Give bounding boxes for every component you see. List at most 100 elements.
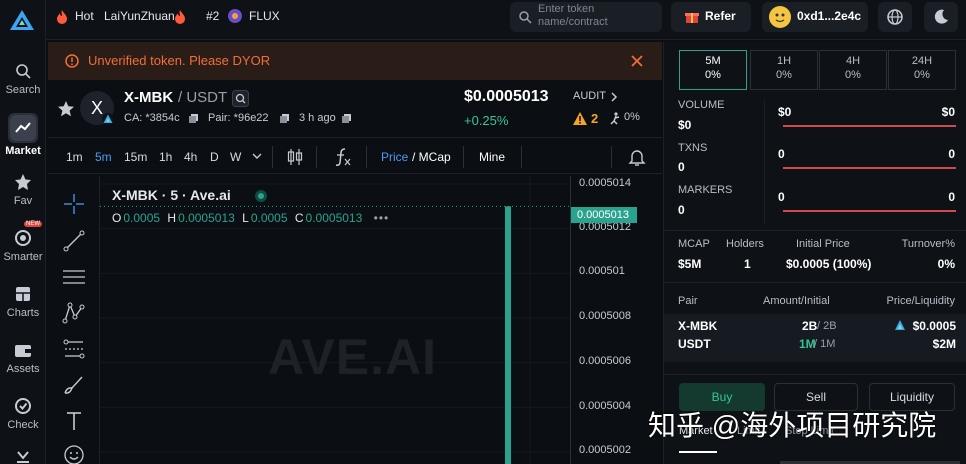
text-tool-icon[interactable]	[62, 409, 86, 433]
rank-label: #2	[206, 9, 220, 23]
period-4h[interactable]: 4H 0%	[819, 50, 887, 90]
price-toggle[interactable]: Price	[381, 150, 408, 164]
hot-token-link[interactable]: LaiYunZhuan	[104, 9, 175, 23]
brush-icon[interactable]	[62, 373, 86, 397]
warning-triangle-icon	[573, 112, 587, 125]
crosshair-icon[interactable]	[62, 192, 86, 216]
stats-panel: 5M 0% 1H 0% 4H 0% 24H 0% VOLUME $0 $0 $0…	[663, 42, 966, 464]
charts-icon	[16, 287, 30, 301]
pattern-icon[interactable]	[62, 301, 86, 325]
y-tick: 0.0005006	[579, 355, 631, 367]
timeframe-4h[interactable]: 4h	[184, 150, 197, 164]
search-token-icon[interactable]	[232, 90, 249, 107]
refer-button[interactable]: Refer	[671, 2, 751, 32]
volume-bar	[783, 125, 956, 127]
timeframe-1h[interactable]: 1h	[159, 150, 172, 164]
timeframe-5m[interactable]: 5m	[95, 150, 112, 164]
tax-value: 0%	[624, 111, 640, 123]
period-1h[interactable]: 1H 0%	[750, 50, 818, 90]
divider	[366, 146, 367, 168]
candle[interactable]	[505, 206, 511, 464]
volume-label: VOLUME	[678, 99, 725, 111]
refer-label: Refer	[705, 9, 736, 23]
copy-icon[interactable]	[342, 114, 351, 123]
more-dots-icon[interactable]: •••	[374, 211, 390, 225]
turnover-value: 0%	[937, 257, 955, 271]
price-chart[interactable]: X-MBK · 5 · Ave.ai O 0.0005 H 0.0005013 L0…	[100, 176, 570, 464]
trendline-icon[interactable]	[62, 229, 86, 253]
nav-check[interactable]: Check	[0, 395, 46, 431]
theme-toggle-button[interactable]	[924, 2, 958, 32]
language-button[interactable]	[878, 2, 912, 32]
tax-icon	[610, 112, 620, 125]
new-badge: NEW	[24, 221, 42, 227]
warning-icon	[65, 54, 79, 68]
liquidity-row: X-MBK USDT 2B / 2B 1M / 1M $0.0005 $2M	[664, 314, 966, 362]
copy-icon[interactable]	[280, 114, 289, 123]
wallet-address: 0xd1...2e4c	[797, 9, 862, 23]
search-icon	[16, 64, 31, 79]
mcap-toggle[interactable]: / MCap	[412, 150, 451, 164]
quote-initial: / 1M	[814, 338, 836, 350]
divider	[664, 230, 966, 231]
period-24h[interactable]: 24H 0%	[888, 50, 956, 90]
y-tick: 0.0005004	[579, 400, 631, 412]
nav-search[interactable]: Search	[0, 60, 46, 96]
nav-label: Check	[7, 419, 39, 431]
mine-toggle[interactable]: Mine	[479, 150, 505, 164]
divider	[521, 146, 522, 168]
nav-smarter[interactable]: NEW Smarter	[0, 221, 46, 263]
initial-price-value: $0.0005 (100%)	[786, 257, 872, 271]
horizontal-lines-icon[interactable]	[62, 265, 86, 289]
chevron-down-icon[interactable]	[252, 153, 262, 160]
holders-value: 1	[744, 257, 751, 271]
token-header: X X-MBK / USDT CA: *3854c Pair: *96e22 3…	[48, 82, 662, 138]
candles-icon[interactable]	[287, 148, 303, 166]
audit-link[interactable]: AUDIT	[573, 90, 606, 102]
wallet-button[interactable]: 0xd1...2e4c	[762, 2, 868, 32]
nav-market[interactable]: Market	[0, 113, 46, 157]
indicators-icon[interactable]	[334, 147, 352, 167]
bell-icon[interactable]	[628, 148, 646, 166]
base-amount: 2B	[802, 319, 818, 333]
period-5m[interactable]: 5M 0%	[679, 50, 747, 90]
download-icon[interactable]	[14, 450, 32, 464]
amount-header: Amount/Initial	[763, 295, 830, 307]
volume-value: $0	[678, 118, 692, 132]
nav-fav[interactable]: Fav	[0, 171, 46, 207]
token-age: 3 h ago	[299, 112, 336, 124]
ave-logo-icon[interactable]	[9, 8, 35, 32]
contract-address: CA: *3854c	[124, 112, 180, 124]
nav-assets[interactable]: Assets	[0, 339, 46, 375]
warning-banner: Unverified token. Please DYOR	[48, 42, 662, 80]
makers-sell: 0	[948, 190, 955, 204]
close-icon[interactable]	[631, 55, 643, 67]
y-tick: 0.000501	[579, 265, 625, 277]
txns-bar	[783, 167, 956, 169]
timeframe-w[interactable]: W	[230, 150, 241, 164]
nav-charts[interactable]: Charts	[0, 283, 46, 319]
status-dot-icon	[255, 190, 267, 202]
fire-icon	[175, 10, 185, 24]
ohlc-h-label: H	[167, 211, 177, 225]
makers-label: MARKERS	[678, 184, 733, 196]
fib-icon[interactable]	[62, 337, 86, 361]
ohlc-o-value: 0.0005	[123, 211, 161, 225]
favorite-star-icon[interactable]	[57, 100, 75, 118]
emoji-icon[interactable]	[62, 443, 86, 464]
app-root: Search Market Fav NEW Smarter Charts Ass…	[0, 0, 966, 464]
initial-price-label: Initial Price	[796, 238, 850, 250]
drawing-toolbar	[48, 176, 100, 464]
copy-icon[interactable]	[189, 114, 198, 123]
timeframe-d[interactable]: D	[210, 150, 219, 164]
search-box[interactable]: Enter token name/contract	[510, 2, 662, 32]
holders-label: Holders	[726, 238, 764, 250]
timeframe-1m[interactable]: 1m	[66, 150, 83, 164]
wallet-icon	[15, 345, 31, 357]
timeframe-15m[interactable]: 15m	[124, 150, 147, 164]
mcap-value: $5M	[678, 257, 702, 271]
period-value: 0%	[845, 69, 861, 81]
left-nav: Search Market Fav NEW Smarter Charts Ass…	[0, 0, 46, 464]
makers-bar	[783, 210, 956, 212]
rank-token-link[interactable]: FLUX	[249, 9, 280, 23]
